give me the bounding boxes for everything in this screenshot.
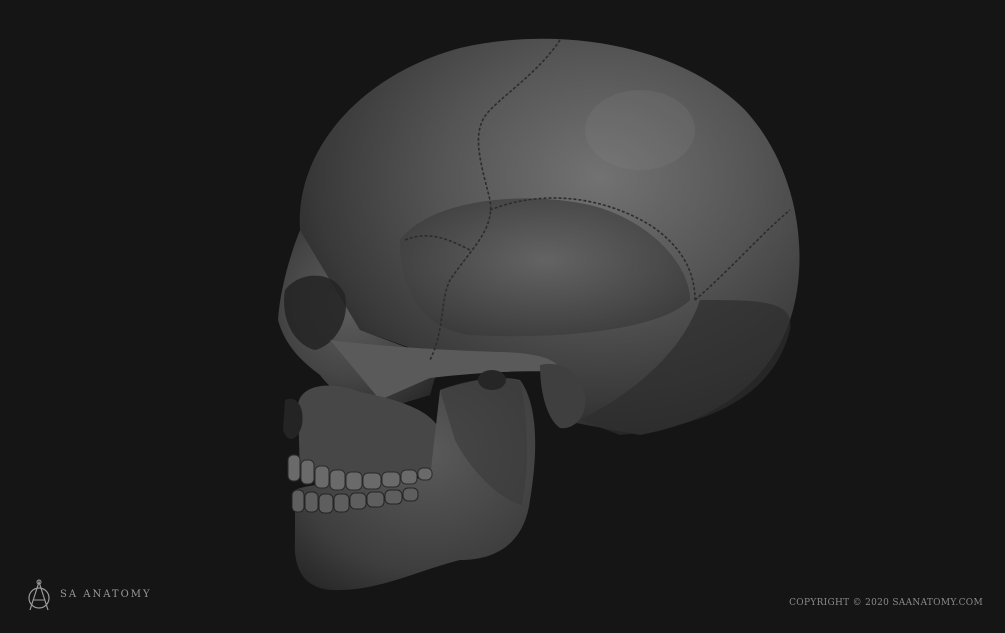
maxilla-shape [298, 385, 440, 478]
skull-render [278, 38, 800, 591]
brand-name: SA ANATOMY [60, 588, 152, 600]
image-canvas: SA ANATOMY COPYRIGHT © 2020 SAANATOMY.CO… [0, 0, 1005, 633]
sa-monogram-icon [28, 579, 50, 611]
ear-canal [478, 370, 506, 390]
brand-mark: SA ANATOMY [24, 576, 152, 612]
copyright-text: COPYRIGHT © 2020 SAANATOMY.COM [789, 598, 983, 608]
